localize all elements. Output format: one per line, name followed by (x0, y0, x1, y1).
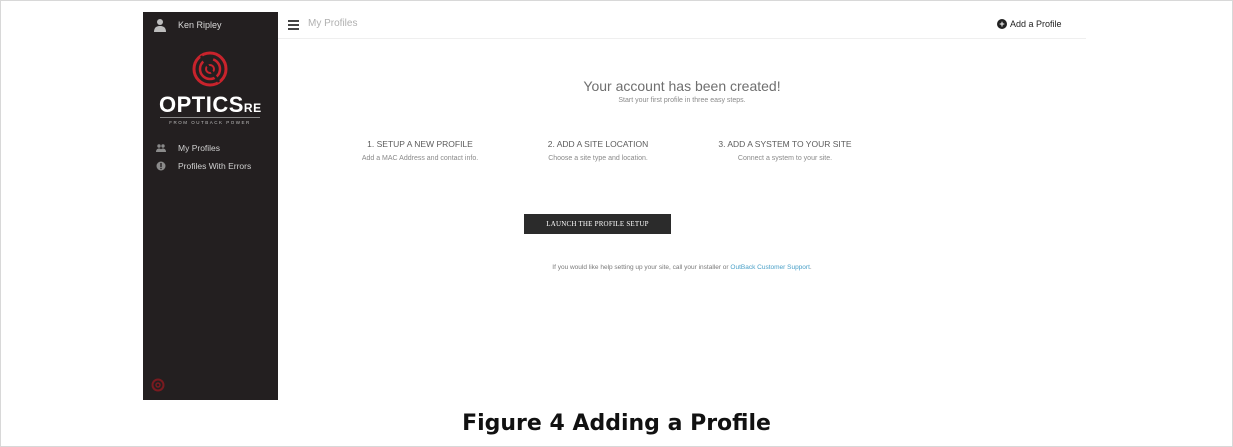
step-title: 3. ADD A SYSTEM TO YOUR SITE (718, 139, 852, 149)
sidebar-item-label: Profiles With Errors (178, 161, 252, 171)
sidebar-item-profiles-with-errors[interactable]: Profiles With Errors (143, 158, 278, 176)
help-text-body: If you would like help setting up your s… (552, 264, 731, 271)
sidebar-item-label: My Profiles (178, 143, 221, 153)
step-description: Choose a site type and location. (548, 155, 648, 162)
logo-divider (160, 117, 260, 118)
page-title: My Profiles (308, 18, 358, 29)
top-bar: My Profiles + Add a Profile (278, 12, 1086, 39)
logo-wordmark: OPTICS (159, 92, 244, 117)
user-icon (154, 19, 166, 32)
logo-suffix: RE (243, 101, 262, 115)
brand-mark-icon (151, 378, 165, 392)
help-text-end: . (809, 264, 812, 271)
add-profile-label: Add a Profile (1010, 19, 1062, 29)
user-row[interactable]: Ken Ripley (143, 12, 278, 38)
step-title: 1. SETUP A NEW PROFILE (367, 139, 473, 149)
help-text: If you would like help setting up your s… (278, 264, 1086, 271)
step-description: Add a MAC Address and contact info. (361, 155, 479, 162)
step-description: Connect a system to your site. (737, 155, 833, 162)
customer-support-link[interactable]: OutBack Customer Support (730, 264, 809, 271)
alert-circle-icon (156, 161, 166, 171)
welcome-subline: Start your first profile in three easy s… (618, 97, 746, 104)
sidebar: Ken Ripley OPTICSRE FROM OUTBACK POWER M… (143, 12, 278, 400)
add-profile-button[interactable]: + Add a Profile (997, 19, 1062, 29)
logo-tagline: FROM OUTBACK POWER (169, 120, 251, 125)
welcome-headline: Your account has been created! (583, 78, 781, 94)
users-icon (156, 144, 166, 152)
step-1: 1. SETUP A NEW PROFILE Add a MAC Address… (320, 139, 520, 162)
plus-circle-icon: + (997, 19, 1007, 29)
hamburger-menu-icon[interactable] (288, 20, 299, 30)
step-title: 2. ADD A SITE LOCATION (547, 139, 649, 149)
step-3: 3. ADD A SYSTEM TO YOUR SITE Connect a s… (685, 139, 885, 162)
step-2: 2. ADD A SITE LOCATION Choose a site typ… (498, 139, 698, 162)
sidebar-item-my-profiles[interactable]: My Profiles (143, 140, 278, 158)
user-name: Ken Ripley (178, 20, 222, 30)
optics-logo-icon (192, 51, 228, 87)
launch-profile-setup-button[interactable]: LAUNCH THE PROFILE SETUP (524, 214, 671, 234)
figure-caption: Figure 4 Adding a Profile (462, 411, 771, 436)
